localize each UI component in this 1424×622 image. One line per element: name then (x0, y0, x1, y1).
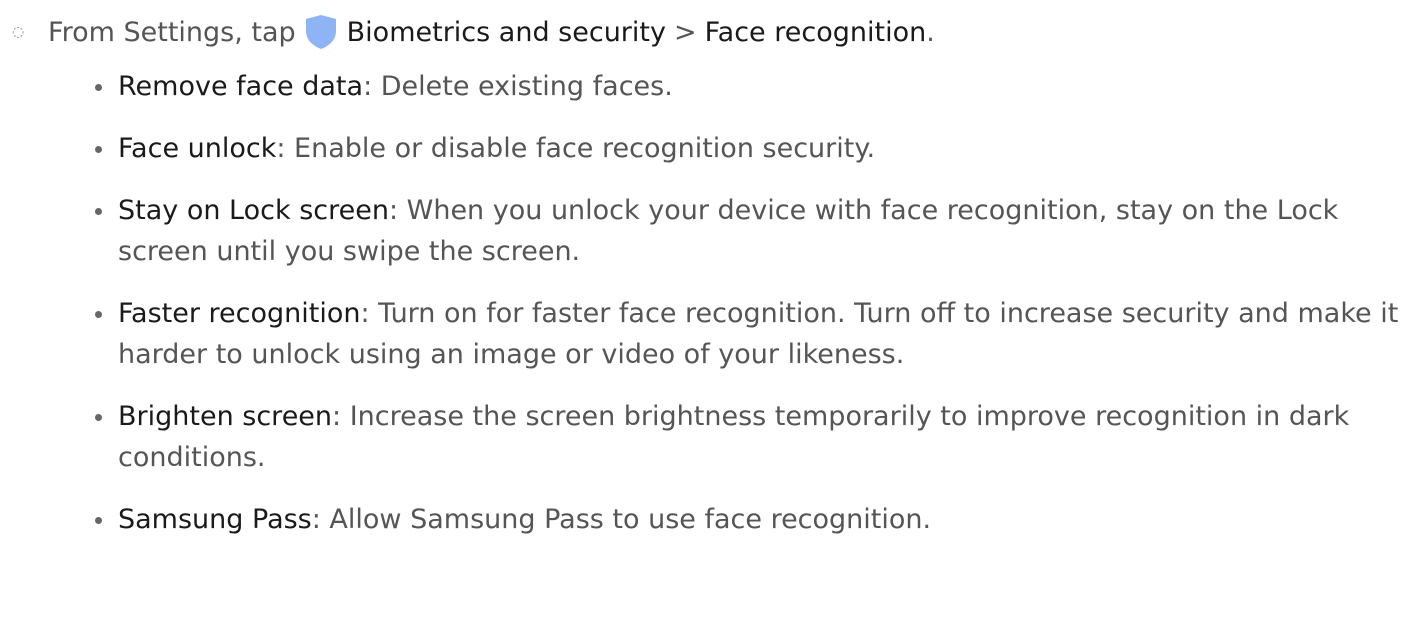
option-brighten-screen: Brighten screen: Increase the screen bri… (90, 396, 1410, 478)
step-suffix: . (926, 16, 935, 48)
option-stay-on-lock-screen: Stay on Lock screen: When you unlock you… (90, 190, 1410, 272)
option-term: Samsung Pass (118, 504, 312, 535)
step-prefix: From Settings, tap (48, 16, 296, 48)
option-term: Brighten screen (118, 401, 333, 432)
shield-icon (304, 14, 338, 50)
option-term: Stay on Lock screen (118, 195, 389, 226)
option-remove-face-data: Remove face data: Delete existing faces. (90, 66, 1410, 107)
option-samsung-pass: Samsung Pass: Allow Samsung Pass to use … (90, 499, 1410, 540)
menu-path-face-recognition: Face recognition (704, 16, 927, 48)
chevron-right-icon: > (673, 16, 697, 48)
option-description: : Enable or disable face recognition sec… (276, 133, 876, 164)
instruction-step: ◌ From Settings, tap Biometrics and secu… (0, 12, 935, 52)
option-faster-recognition: Faster recognition: Turn on for faster f… (90, 293, 1410, 375)
option-term: Face unlock (118, 133, 277, 164)
option-description: : Allow Samsung Pass to use face recogni… (311, 504, 932, 535)
option-description: : Delete existing faces. (363, 71, 673, 102)
option-face-unlock: Face unlock: Enable or disable face reco… (90, 128, 1410, 169)
option-term: Remove face data (118, 71, 364, 102)
options-list: Remove face data: Delete existing faces.… (90, 66, 1410, 561)
menu-path-biometrics: Biometrics and security (346, 16, 666, 48)
option-term: Faster recognition (118, 298, 361, 329)
step-marker-icon: ◌ (12, 24, 25, 40)
